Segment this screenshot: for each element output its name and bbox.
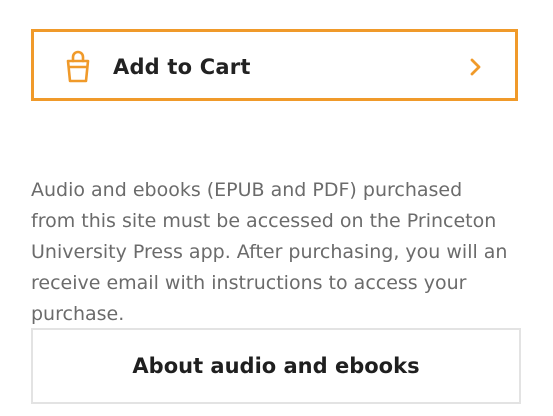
info-line: purchase. xyxy=(31,303,125,325)
shopping-bag-icon xyxy=(66,50,90,83)
add-to-cart-button[interactable]: Add to Cart xyxy=(31,29,518,101)
about-audio-ebooks-label: About audio and ebooks xyxy=(132,354,420,378)
chevron-right-icon xyxy=(470,58,481,76)
page: Add to Cart Audio and ebooks (EPUB and P… xyxy=(0,0,553,416)
info-line: University Press app. After purchasing, … xyxy=(31,241,508,263)
about-audio-ebooks-button[interactable]: About audio and ebooks xyxy=(31,328,521,404)
ebook-info-text: Audio and ebooks (EPUB and PDF) purchase… xyxy=(31,175,531,330)
info-line: receive email with instructions to acces… xyxy=(31,272,467,294)
info-line: Audio and ebooks (EPUB and PDF) purchase… xyxy=(31,179,463,201)
add-to-cart-label: Add to Cart xyxy=(113,55,251,79)
info-line: from this site must be accessed on the P… xyxy=(31,210,497,232)
